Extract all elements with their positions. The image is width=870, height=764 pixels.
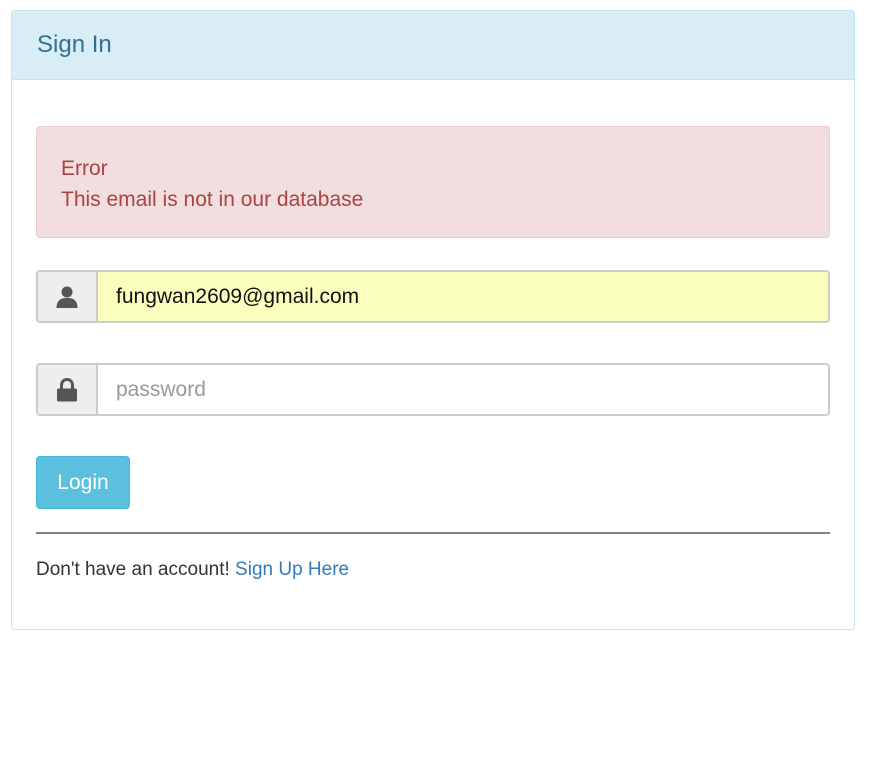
sign-up-link[interactable]: Sign Up Here [235,559,349,580]
error-alert: Error This email is not in our database [36,126,830,238]
email-input-group [36,270,830,323]
lock-icon [38,365,98,414]
signup-prompt-text: Don't have an account! [36,559,230,580]
user-icon [38,272,98,321]
login-button[interactable]: Login [36,456,130,509]
alert-title: Error [61,157,108,180]
panel-body: Error This email is not in our database [12,80,854,581]
alert-message: This email is not in our database [61,188,364,211]
email-input[interactable] [98,272,828,321]
sign-in-panel: Sign In Error This email is not in our d… [11,10,855,630]
signup-prompt: Don't have an account! Sign Up Here [36,559,830,581]
divider [36,532,830,534]
password-input[interactable] [98,365,828,414]
password-input-group [36,363,830,416]
panel-heading: Sign In [12,11,854,80]
panel-title: Sign In [37,31,112,58]
